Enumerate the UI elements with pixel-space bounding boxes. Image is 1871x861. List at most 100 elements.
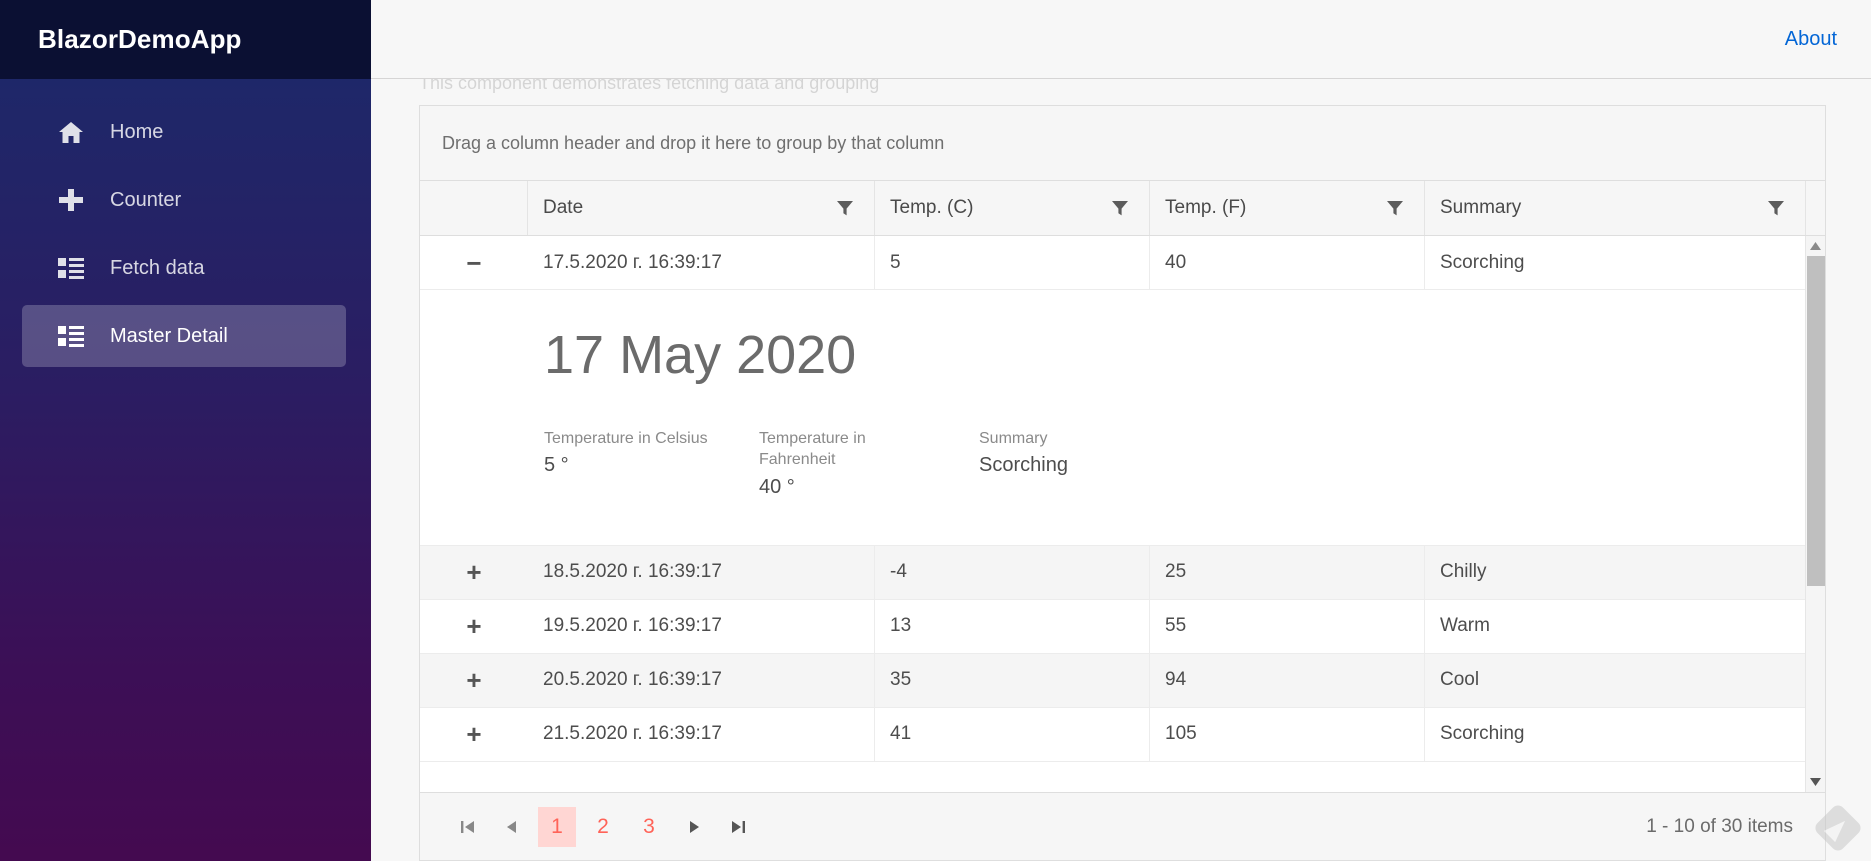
next-page-icon[interactable] [672,805,716,849]
scroll-down-icon[interactable] [1806,772,1826,792]
detail-title: 17 May 2020 [544,325,857,385]
cell-temp-c: 13 [875,599,1150,653]
about-link[interactable]: About [1785,28,1837,51]
cell-date: 17.5.2020 г. 16:39:17 [528,236,875,289]
cell-summary: Scorching [1440,723,1525,745]
detail-field-value: 5 ° [544,454,569,477]
filter-icon[interactable] [834,197,856,219]
page-button-1[interactable]: 1 [538,806,576,847]
page-content: This component demonstrates fetching dat… [371,79,1871,861]
detail-field-fahrenheit: Temperature in Fahrenheit 40 ° [759,428,979,498]
header-label: Summary [1440,197,1522,218]
detail-field-label: Temperature in Fahrenheit [759,430,866,469]
app-root: BlazorDemoApp Home Counter Fetch data Ma… [0,0,1871,861]
cell-temp-c: -4 [875,545,1150,599]
cell-temp-f: 105 [1150,707,1425,761]
sidebar-item-home[interactable]: Home [22,101,346,163]
sidebar-item-counter[interactable]: Counter [22,169,346,231]
detail-field-label: Temperature in Celsius [544,430,708,448]
row-expander-cell[interactable]: + [420,546,528,599]
cell-temp-f: 94 [1150,653,1425,707]
table-row[interactable]: + 18.5.2020 г. 16:39:17 -4 25 Chilly [420,545,1805,600]
first-page-icon[interactable] [446,805,490,849]
brand-title: BlazorDemoApp [38,24,242,54]
filter-icon[interactable] [1109,197,1131,219]
cell-temp-f: 55 [1150,599,1425,653]
filter-icon[interactable] [1384,197,1406,219]
header-cell-temp-f[interactable]: Temp. (F) [1150,181,1425,235]
page-button-3[interactable]: 3 [630,807,668,847]
sidebar-item-label: Counter [110,189,182,211]
row-expander-cell[interactable]: + [420,708,528,761]
filter-icon[interactable] [1765,197,1787,219]
detail-row: 17 May 2020 Temperature in Celsius 5 ° T… [420,290,1805,546]
prev-page-icon[interactable] [490,805,534,849]
cell-summary: Cool [1440,669,1480,691]
header-cell-expander [420,181,528,235]
detail-field-summary: Summary Scorching [979,428,1219,498]
cell-summary: Warm [1440,615,1490,637]
sidebar-item-label: Master Detail [110,325,228,347]
cell-date: 20.5.2020 г. 16:39:17 [528,653,875,707]
header-cell-summary[interactable]: Summary [1425,181,1805,235]
detail-field-value: 40 ° [759,475,795,498]
cell-temp-f: 25 [1150,545,1425,599]
sidebar-item-label: Fetch data [110,257,205,279]
last-page-icon[interactable] [716,805,760,849]
cell-temp-c: 41 [875,707,1150,761]
row-expander-cell[interactable]: + [420,654,528,707]
header-cell-temp-c[interactable]: Temp. (C) [875,181,1150,235]
list-icon [58,324,85,348]
grid-header-row: Date Temp. (C) Temp. (F) Summary [420,181,1825,236]
cell-temp-f: 40 [1150,236,1425,289]
scrollbar-track[interactable] [1806,256,1826,772]
group-drop-panel[interactable]: Drag a column header and drop it here to… [420,106,1825,181]
grid-body-wrapper: − 17.5.2020 г. 16:39:17 5 40 Scorching 1… [420,236,1825,792]
plus-icon [58,188,85,212]
scrollbar-thumb[interactable] [1806,256,1825,586]
sidebar-item-master-detail[interactable]: Master Detail [22,305,346,367]
expand-icon[interactable]: + [461,559,487,585]
header-label: Date [543,197,584,218]
sidebar-item-fetch-data[interactable]: Fetch data [22,237,346,299]
expand-icon[interactable]: + [461,667,487,693]
header-scrollbar-spacer [1805,181,1825,235]
expand-icon[interactable]: + [461,721,487,747]
table-row[interactable]: + 20.5.2020 г. 16:39:17 35 94 Cool [420,653,1805,708]
cell-summary: Scorching [1440,251,1525,273]
detail-fields: Temperature in Celsius 5 ° Temperature i… [544,428,1805,498]
brand-bar: BlazorDemoApp [0,0,371,79]
detail-field-value: Scorching [979,454,1068,477]
sidebar: BlazorDemoApp Home Counter Fetch data Ma… [0,0,371,861]
pager-summary: 1 - 10 of 30 items [1646,815,1793,837]
scroll-up-icon[interactable] [1806,236,1826,256]
page-intro-clipped: This component demonstrates fetching dat… [419,79,880,93]
group-panel-hint: Drag a column header and drop it here to… [442,132,945,153]
top-bar: About [371,0,1871,79]
header-cell-date[interactable]: Date [528,181,875,235]
cell-date: 19.5.2020 г. 16:39:17 [528,599,875,653]
detail-field-celsius: Temperature in Celsius 5 ° [544,428,759,498]
grid-vertical-scrollbar[interactable] [1805,236,1825,792]
expand-icon[interactable]: + [461,613,487,639]
list-icon [58,256,85,280]
row-expander-cell[interactable]: + [420,600,528,653]
table-row[interactable]: + 19.5.2020 г. 16:39:17 13 55 Warm [420,599,1805,654]
table-row[interactable]: + 21.5.2020 г. 16:39:17 41 105 Scorching [420,707,1805,762]
detail-spacer [420,290,528,545]
data-grid: Drag a column header and drop it here to… [419,105,1826,861]
table-row[interactable]: − 17.5.2020 г. 16:39:17 5 40 Scorching [420,236,1805,290]
cell-temp-c: 5 [875,236,1150,289]
grid-pager: 1 2 3 1 - 10 of 30 items [420,792,1825,860]
collapse-icon[interactable]: − [461,250,487,276]
pager-controls: 1 2 3 [446,805,760,849]
row-expander-cell[interactable]: − [420,236,528,289]
header-label: Temp. (C) [890,197,974,218]
page-button-2[interactable]: 2 [584,807,622,847]
sidebar-nav: Home Counter Fetch data Master Detail [0,79,371,373]
cell-date: 18.5.2020 г. 16:39:17 [528,545,875,599]
detail-field-label: Summary [979,430,1048,448]
cell-date: 21.5.2020 г. 16:39:17 [528,707,875,761]
sidebar-item-label: Home [110,121,164,143]
detail-panel: 17 May 2020 Temperature in Celsius 5 ° T… [528,290,1805,545]
